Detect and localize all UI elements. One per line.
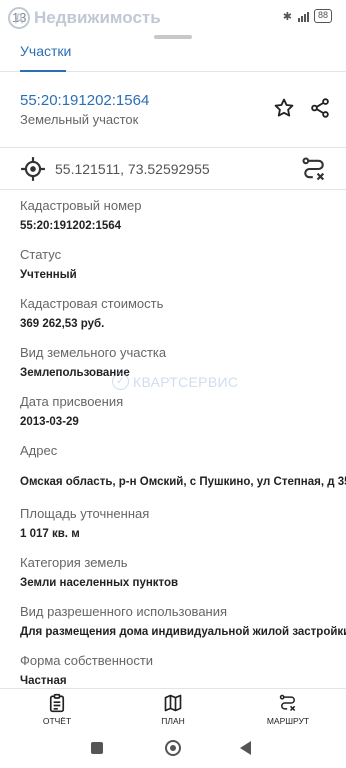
recent-apps-button[interactable] xyxy=(91,742,103,754)
parcel-header: 55:20:191202:1564 Земельный участок xyxy=(0,86,346,148)
field-assignment-date: Дата присвоения 2013-03-29 xyxy=(20,394,123,428)
app-title: Д Недвижимость xyxy=(8,7,161,29)
battery-indicator: 88 xyxy=(313,9,332,23)
tab-parcels[interactable]: Участки xyxy=(20,43,71,59)
home-button[interactable] xyxy=(165,740,181,756)
bottom-action-bar: ОТЧЁТ ПЛАН МАРШРУТ xyxy=(0,688,346,732)
field-address: Адрес Омская область, р-н Омский, с Пушк… xyxy=(20,443,346,488)
watermark-text: КВАРТСЕРВИС xyxy=(133,373,239,390)
field-label: Кадастровая стоимость xyxy=(20,296,164,311)
parcel-id: 55:20:191202:1564 xyxy=(20,92,150,109)
field-label: Категория земель xyxy=(20,555,128,570)
route-clear-icon[interactable] xyxy=(300,155,328,183)
bluetooth-icon: ✱ xyxy=(282,10,292,23)
watermark: ✓ КВАРТСЕРВИС xyxy=(112,373,238,390)
field-label: Кадастровый номер xyxy=(20,198,142,213)
plan-label: ПЛАН xyxy=(161,716,185,726)
field-value: Учтенный xyxy=(20,269,77,281)
target-icon[interactable] xyxy=(20,156,46,182)
tab-indicator xyxy=(20,70,66,72)
app-name: Недвижимость xyxy=(34,8,161,27)
field-value: Омская область, р-н Омский, с Пушкино, у… xyxy=(20,476,346,488)
share-button[interactable] xyxy=(306,94,334,122)
field-value: Для размещения дома индивидуальной жилой… xyxy=(20,626,346,638)
coordinates-text: 55.121511, 73.52592955 xyxy=(55,161,210,177)
field-value: 55:20:191202:1564 xyxy=(20,220,122,232)
field-value: 369 262,53 руб. xyxy=(20,318,105,330)
report-button[interactable]: ОТЧЁТ xyxy=(17,693,97,726)
star-icon xyxy=(274,98,294,117)
field-label: Вид разрешенного использования xyxy=(20,604,228,619)
back-button[interactable] xyxy=(240,741,251,755)
field-value: 1 017 кв. м xyxy=(20,528,80,540)
watermark-logo-icon: ✓ xyxy=(112,373,129,390)
field-label: Вид земельного участка xyxy=(20,345,167,360)
field-cadastral-value: Кадастровая стоимость 369 262,53 руб. xyxy=(20,296,163,330)
field-value: Частная xyxy=(20,675,67,687)
field-status: Статус Учтенный xyxy=(20,247,77,281)
field-value: 2013-03-29 xyxy=(20,416,79,428)
route-button[interactable]: МАРШРУТ xyxy=(248,693,328,726)
system-nav-bar xyxy=(0,732,346,768)
share-icon xyxy=(311,98,329,118)
route-icon xyxy=(279,694,296,712)
map-icon xyxy=(164,694,182,712)
field-label: Дата присвоения xyxy=(20,394,124,409)
field-label: Форма собственности xyxy=(20,653,154,668)
field-label: Адрес xyxy=(20,443,58,458)
field-cadastral-number: Кадастровый номер 55:20:191202:1564 xyxy=(20,198,141,232)
report-icon xyxy=(49,693,65,713)
field-ownership: Форма собственности Частная xyxy=(20,653,153,687)
coordinates-row: 55.121511, 73.52592955 xyxy=(0,148,346,190)
field-value: Земли населенных пунктов xyxy=(20,577,179,589)
route-label: МАРШРУТ xyxy=(266,716,310,726)
tab-bar: Участки xyxy=(0,38,346,72)
report-label: ОТЧЁТ xyxy=(42,716,72,726)
plan-button[interactable]: ПЛАН xyxy=(133,693,213,726)
status-icons: ✱ 88 xyxy=(283,9,332,23)
field-land-category: Категория земель Земли населенных пункто… xyxy=(20,555,178,589)
field-permitted-use: Вид разрешенного использования Для разме… xyxy=(20,604,346,638)
parcel-type: Земельный участок xyxy=(20,112,139,127)
signal-icon xyxy=(297,10,309,22)
favorite-button[interactable] xyxy=(270,94,298,122)
field-label: Площадь уточненная xyxy=(20,506,150,521)
field-label: Статус xyxy=(20,247,62,262)
field-area: Площадь уточненная 1 017 кв. м xyxy=(20,506,149,540)
app-logo: Д xyxy=(8,7,30,29)
